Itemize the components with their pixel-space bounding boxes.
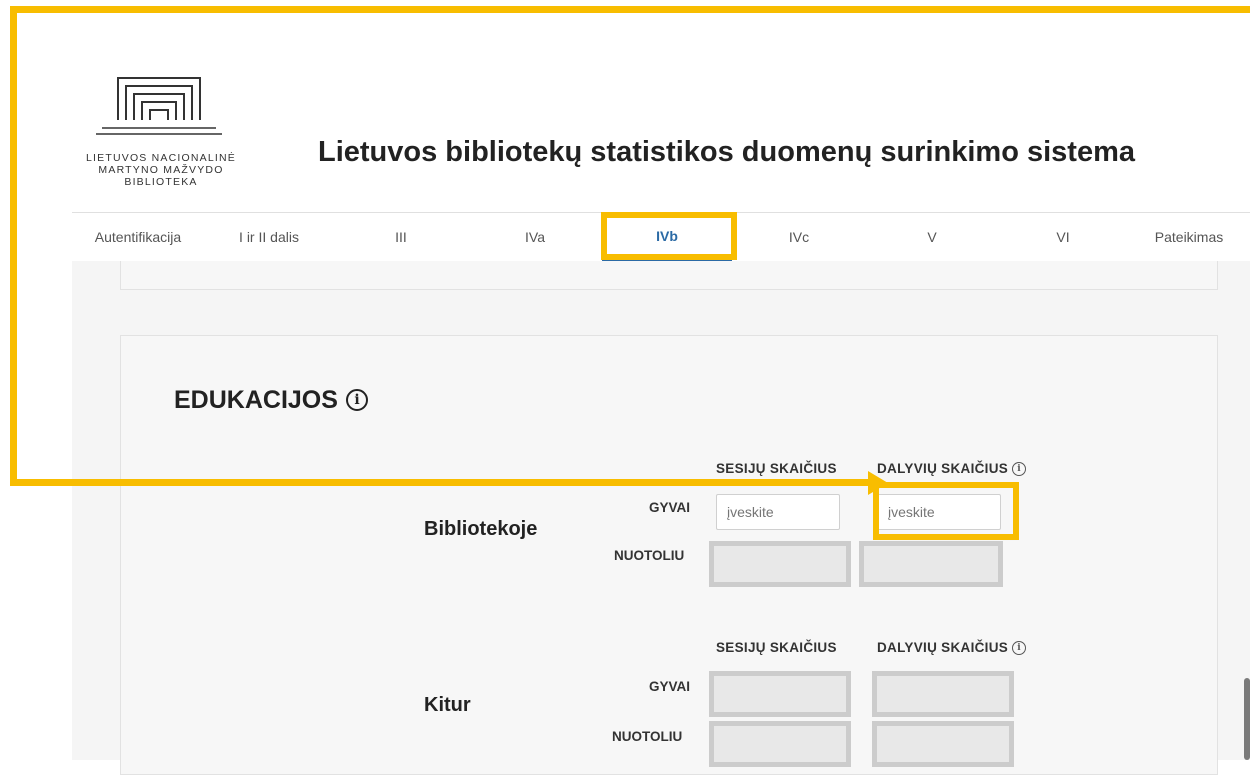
participants-header-label: DALYVIŲ SKAIČIUS [877, 461, 1009, 476]
row-label-nuotoliu-2: NUOTOLIU [612, 729, 683, 744]
annotation-frame-left [10, 6, 17, 486]
group-label-bibliotekoje: Bibliotekoje [424, 518, 538, 540]
bibliotekoje-gyvai-sessions-input[interactable] [716, 494, 840, 530]
logo-line-1: LIETUVOS NACIONALINĖ [85, 152, 237, 164]
sessions-header-label-2: SESIJŲ SKAIČIUS [716, 640, 837, 655]
tab-autentifikacija[interactable]: Autentifikacija [72, 213, 204, 261]
library-logo-icon [96, 77, 222, 135]
scrollbar-thumb[interactable] [1244, 678, 1250, 760]
logo-line-3: BIBLIOTEKA [124, 176, 198, 188]
row-label-nuotoliu: NUOTOLIU [614, 548, 685, 563]
tab-iva[interactable]: IVa [468, 213, 602, 261]
annotation-frame-bottom [10, 479, 878, 486]
bibliotekoje-nuotoliu-participants-field [859, 541, 1003, 587]
sessions-header-label: SESIJŲ SKAIČIUS [716, 461, 837, 476]
annotation-frame-top [10, 6, 1250, 13]
logo-line-2: MARTYNO MAŽVYDO [98, 164, 224, 176]
row-label-gyvai: GYVAI [649, 500, 691, 515]
tab-pateikimas[interactable]: Pateikimas [1128, 213, 1250, 261]
site-title: Lietuvos bibliotekų statistikos duomenų … [318, 136, 1135, 168]
kitur-nuotoliu-sessions-field [709, 721, 851, 767]
participants-header-label-2: DALYVIŲ SKAIČIUS [877, 640, 1009, 655]
sessions-column-header-2: SESIJŲ SKAIČIUS [716, 640, 837, 655]
participants-column-header-2: DALYVIŲ SKAIČIUS i [877, 640, 1027, 656]
kitur-gyvai-participants-field [872, 671, 1014, 717]
participants-info-icon-2[interactable]: i [1012, 641, 1027, 656]
kitur-gyvai-sessions-field [709, 671, 851, 717]
sessions-column-header: SESIJŲ SKAIČIUS [716, 461, 837, 476]
group-label-kitur: Kitur [424, 694, 471, 716]
annotation-highlight-tab [601, 212, 737, 260]
participants-column-header: DALYVIŲ SKAIČIUS i [877, 461, 1027, 477]
tab-ivc[interactable]: IVc [732, 213, 866, 261]
kitur-nuotoliu-participants-field [872, 721, 1014, 767]
participants-info-icon[interactable]: i [1012, 462, 1027, 477]
tab-vi[interactable]: VI [998, 213, 1128, 261]
section-info-icon[interactable]: i [346, 389, 368, 411]
row-label-gyvai-2: GYVAI [649, 679, 691, 694]
annotation-highlight-input [873, 482, 1019, 540]
tab-iii[interactable]: III [334, 213, 468, 261]
section-title: EDUKACIJOS [174, 386, 338, 414]
tab-v[interactable]: V [866, 213, 998, 261]
library-logo: LIETUVOS NACIONALINĖ MARTYNO MAŽVYDO BIB… [66, 74, 256, 202]
tab-i-ir-ii-dalis[interactable]: I ir II dalis [204, 213, 334, 261]
previous-section-card [120, 261, 1218, 290]
bibliotekoje-nuotoliu-sessions-field [709, 541, 851, 587]
library-logo-text: LIETUVOS NACIONALINĖ MARTYNO MAŽVYDO BIB… [66, 152, 256, 188]
